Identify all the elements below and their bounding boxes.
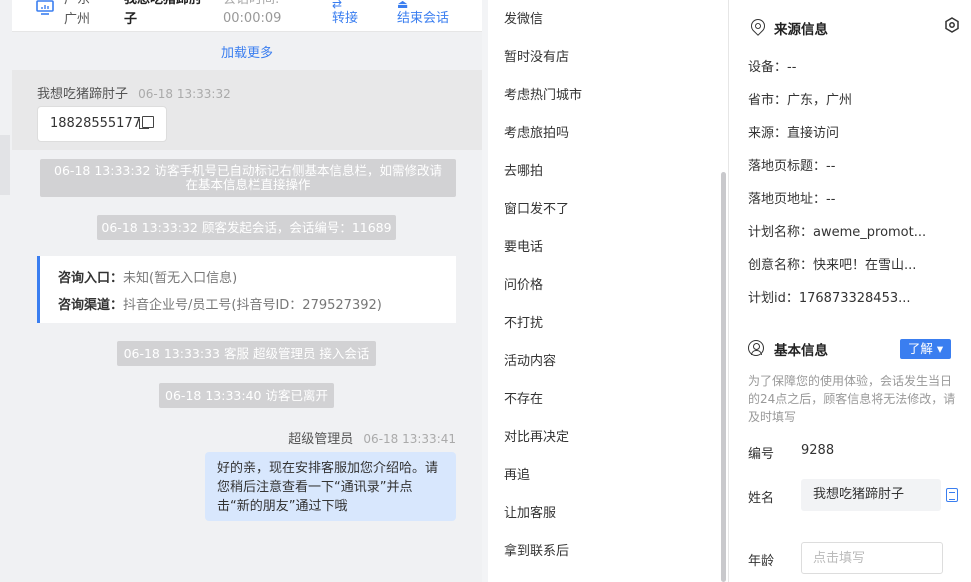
quick-reply-item[interactable]: 考虑旅拍吗 (504, 122, 569, 141)
system-note-line: 06-18 13:33:32 访客手机号已自动标记右侧基本信息栏，如需修改请 (54, 163, 442, 178)
quick-reply-item[interactable]: 让加客服 (504, 502, 556, 521)
system-note-session-start: 06-18 13:33:32 顾客发起会话，会话编号：11689 (97, 215, 396, 240)
visitor-message-meta: 我想吃猪蹄肘子 06-18 13:33:32 (37, 83, 231, 102)
left-edge-strip (0, 0, 12, 582)
customer-info-panel: 来源信息 设备：-- 省市：广东，广州 来源：直接访问 落地页标题：-- 落地页… (729, 0, 971, 582)
source-landing-title: 落地页标题：-- (748, 159, 836, 174)
source-province: 省市：广东，广州 (748, 93, 853, 108)
consult-entry-value: 未知(暂无入口信息) (123, 271, 238, 286)
agent-message-bubble: 好的亲，现在安排客服加您介绍哈。请您稍后注意查看一下“通讯录”并点击“新的朋友”… (205, 452, 456, 521)
quick-reply-item[interactable]: 对比再决定 (504, 426, 569, 445)
basic-info-title: 基本信息 (774, 343, 828, 359)
id-value: 9288 (801, 443, 835, 458)
quick-reply-item[interactable]: 活动内容 (504, 350, 556, 369)
consult-channel-row: 咨询渠道：抖音企业号/员工号(抖音号ID：279527392) (58, 294, 382, 313)
age-label: 年龄 (748, 554, 775, 569)
quick-reply-item[interactable]: 不打扰 (504, 312, 543, 331)
quick-reply-item[interactable]: 去哪拍 (504, 160, 543, 179)
source-device: 设备：-- (748, 60, 797, 75)
user-circle-icon (748, 340, 764, 356)
edit-icon[interactable] (946, 488, 958, 502)
quick-reply-item[interactable]: 再追 (504, 464, 530, 483)
settings-icon[interactable] (944, 17, 960, 33)
quick-replies-panel: 发微信暂时没有店考虑热门城市 考虑旅拍吗去哪拍窗口发不了要电话问价格不打扰活动内容… (488, 0, 728, 582)
visitor-message: 我想吃猪蹄肘子 06-18 13:33:32 18828555177 (12, 70, 482, 150)
session-duration: 00:00:09 (223, 11, 282, 26)
end-session-icon: ⏏ (397, 0, 409, 11)
agent-message-time: 06-18 13:33:41 (363, 432, 456, 446)
quick-reply-item[interactable]: 发微信 (504, 8, 543, 27)
source-origin: 来源：直接访问 (748, 126, 840, 141)
visitor-message-time: 06-18 13:33:32 (138, 87, 231, 101)
quick-reply-item[interactable]: 窗口发不了 (504, 198, 569, 217)
source-plan-id: 计划id：176873328453... (748, 291, 911, 306)
quick-reply-item[interactable]: 暂时没有店 (504, 46, 569, 65)
quick-reply-item[interactable]: 问价格 (504, 274, 543, 293)
phone-number-bubble: 18828555177 (37, 106, 167, 142)
learn-more-dropdown[interactable]: 了解 ▾ (900, 339, 951, 359)
end-session-button[interactable]: ⏏ 结束会话 (397, 0, 449, 29)
system-note-phone-marked: 06-18 13:33:32 访客手机号已自动标记右侧基本信息栏，如需修改请 在… (40, 159, 456, 197)
left-strip-notch (0, 135, 10, 195)
transfer-button[interactable]: ⇄ 转接 (332, 0, 358, 29)
name-label: 姓名 (748, 491, 775, 506)
app-root: 广东 广州 我想吃猪蹄肘子 会话时间: 00:00:09 ⇄ 转接 ⏏ 结束会话… (0, 0, 971, 582)
visitor-message-sender: 我想吃猪蹄肘子 (37, 87, 129, 102)
name-field[interactable]: 我想吃猪蹄肘子 (801, 479, 941, 511)
basic-info-notice: 为了保障您的使用体验，会话发生当日的24点之后，顾客信息将无法修改，请及时填写 (748, 374, 956, 424)
system-note-visitor-left: 06-18 13:33:40 访客已离开 (159, 383, 334, 408)
visitor-city: 广东 广州 (64, 0, 91, 27)
copy-icon[interactable] (138, 116, 154, 129)
consult-entry-row: 咨询入口：未知(暂无入口信息) (58, 267, 237, 286)
agent-message-meta: 超级管理员 06-18 13:33:41 (288, 428, 456, 447)
quick-reply-item[interactable]: 考虑热门城市 (504, 84, 582, 103)
location-pin-icon (748, 16, 768, 36)
age-input[interactable] (801, 542, 943, 574)
system-note-agent-joined: 06-18 13:33:33 客服 超级管理员 接入会话 (117, 341, 376, 366)
visitor-name: 我想吃猪蹄肘子 (124, 0, 202, 27)
quick-reply-item[interactable]: 拿到联系后 (504, 540, 569, 559)
consult-channel-label: 咨询渠道： (58, 298, 124, 313)
source-creative-name: 创意名称：快来吧！在雪山... (748, 258, 917, 273)
load-more-link[interactable]: 加载更多 (12, 42, 482, 61)
transfer-icon: ⇄ (332, 0, 343, 11)
agent-message-sender: 超级管理员 (288, 432, 354, 447)
system-note-line: 在基本信息栏直接操作 (185, 177, 311, 192)
chat-panel: 广东 广州 我想吃猪蹄肘子 会话时间: 00:00:09 ⇄ 转接 ⏏ 结束会话… (12, 0, 482, 582)
quick-reply-item[interactable]: 要电话 (504, 236, 543, 255)
consult-info-card: 咨询入口：未知(暂无入口信息) 咨询渠道：抖音企业号/员工号(抖音号ID：279… (37, 256, 456, 323)
chat-header: 广东 广州 我想吃猪蹄肘子 会话时间: 00:00:09 ⇄ 转接 ⏏ 结束会话 (12, 0, 482, 32)
monitor-icon (36, 0, 54, 15)
consult-channel-value: 抖音企业号/员工号(抖音号ID：279527392) (123, 298, 382, 313)
id-label: 编号 (748, 447, 775, 462)
quick-replies-scrollbar[interactable] (721, 172, 726, 582)
consult-entry-label: 咨询入口： (58, 271, 124, 286)
source-info-title: 来源信息 (774, 22, 828, 38)
source-landing-url: 落地页地址：-- (748, 192, 836, 207)
quick-reply-item[interactable]: 不存在 (504, 388, 543, 407)
source-plan-name: 计划名称：aweme_promot... (748, 225, 927, 240)
phone-number-text: 18828555177 (50, 116, 141, 131)
